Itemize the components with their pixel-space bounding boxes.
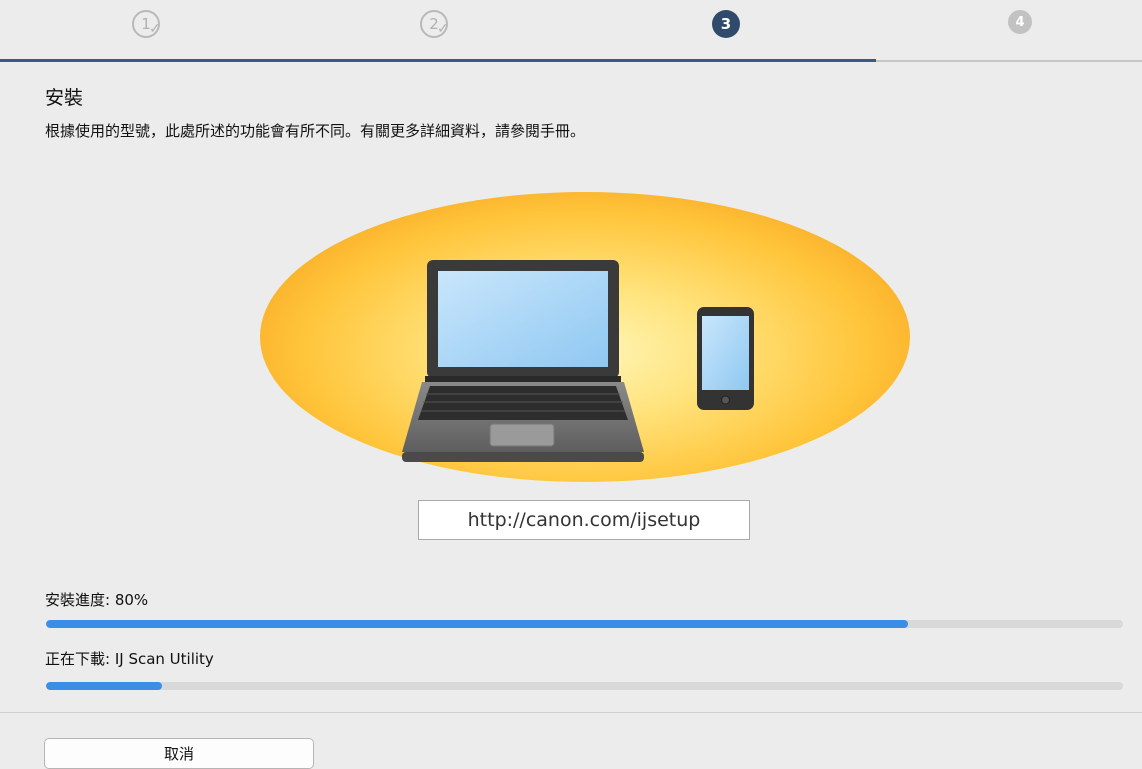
- download-progress-label: 正在下載: IJ Scan Utility: [45, 650, 214, 668]
- setup-url-box: http://canon.com/ijsetup: [418, 500, 750, 540]
- install-progress-bar: [46, 620, 1123, 628]
- checkmark-icon: ✓: [437, 21, 449, 37]
- step-number: 4: [1008, 10, 1032, 34]
- install-progress-label: 安裝進度: 80%: [45, 591, 149, 609]
- smartphone-icon: [697, 307, 754, 410]
- install-progress-fill: [46, 620, 908, 628]
- setup-stepper: 1 ✓ 2 ✓ 3 4: [0, 0, 1142, 64]
- cancel-button[interactable]: 取消: [44, 738, 314, 769]
- download-progress-bar: [46, 682, 1123, 690]
- step-1-complete: 1 ✓: [132, 10, 162, 40]
- device-illustration: [260, 192, 910, 482]
- stepper-progress-line: [0, 59, 876, 62]
- page-description: 根據使用的型號，此處所述的功能會有所不同。有關更多詳細資料，請參閱手冊。: [45, 122, 586, 140]
- step-3-current: 3: [712, 10, 742, 40]
- step-number: 3: [712, 10, 740, 38]
- download-progress-fill: [46, 682, 163, 690]
- step-4-pending: 4: [1008, 10, 1038, 40]
- page-title: 安裝: [45, 87, 84, 109]
- laptop-icon: [402, 260, 644, 462]
- step-2-complete: 2 ✓: [420, 10, 450, 40]
- checkmark-icon: ✓: [149, 21, 161, 37]
- footer-divider: [0, 712, 1142, 713]
- stepper-remaining-line: [876, 60, 1142, 62]
